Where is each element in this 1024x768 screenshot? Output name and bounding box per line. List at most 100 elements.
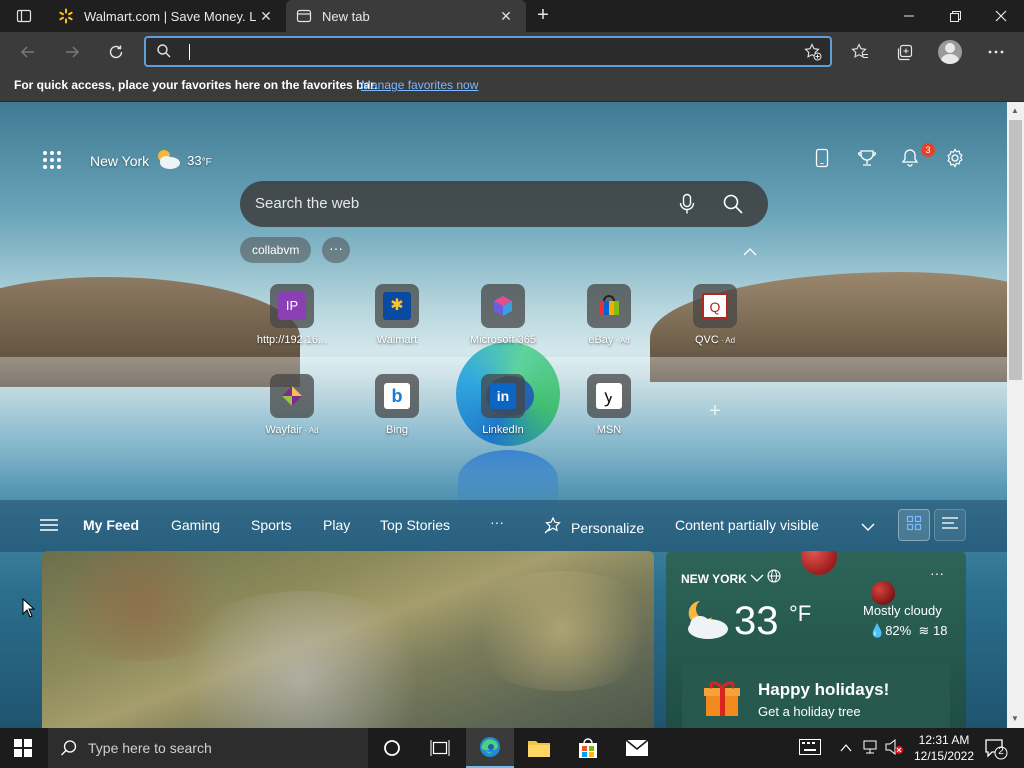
feed-more-button[interactable]: ··· xyxy=(490,514,504,530)
news-hero-card[interactable] xyxy=(42,551,654,728)
page-scrollbar[interactable]: ▲ ▼ xyxy=(1007,102,1024,728)
bing-icon: b xyxy=(375,374,419,418)
text-caret xyxy=(189,44,190,60)
notifications-bell-icon[interactable] xyxy=(898,146,922,170)
personalize-label: Personalize xyxy=(571,519,645,536)
grid-icon xyxy=(906,515,922,536)
cortana-icon[interactable] xyxy=(368,728,416,768)
weather-condition: Mostly cloudy xyxy=(863,603,942,618)
tab-walmart[interactable]: Walmart.com | Save Money. Live ✕ xyxy=(48,0,286,32)
walmart-icon: ✱ xyxy=(375,284,419,328)
tab-actions-menu-icon[interactable] xyxy=(8,6,40,26)
weather-location-label: NEW YORK xyxy=(681,572,747,586)
list-layout-button[interactable] xyxy=(934,509,966,541)
quick-link-qvc[interactable]: Q QVC · Ad xyxy=(670,284,760,356)
phone-icon[interactable] xyxy=(810,146,834,170)
volume-muted-icon[interactable] xyxy=(884,738,904,758)
refresh-icon[interactable] xyxy=(102,38,130,66)
tab-new-tab[interactable]: New tab ✕ xyxy=(286,0,526,32)
chevron-down-icon[interactable] xyxy=(861,518,875,536)
add-favorite-icon[interactable] xyxy=(804,43,822,66)
weather-card[interactable]: NEW YORK ··· 33 °F Mostly cloudy 💧82% ≋ … xyxy=(666,551,966,728)
windows-start-icon[interactable] xyxy=(14,739,32,762)
mail-icon[interactable] xyxy=(613,728,661,768)
chevron-up-icon[interactable] xyxy=(840,741,852,755)
content-visibility-dropdown[interactable]: Content partially visible xyxy=(675,517,819,533)
favorites-bar: For quick access, place your favorites h… xyxy=(0,72,1024,102)
rewards-trophy-icon[interactable] xyxy=(855,146,879,170)
add-quick-link-button[interactable]: + xyxy=(706,401,724,421)
favorites-bar-hint: For quick access, place your favorites h… xyxy=(14,78,378,92)
msn-icon: ꭚ xyxy=(587,374,631,418)
holiday-promo[interactable]: Happy holidays! Get a holiday tree xyxy=(682,662,950,728)
weather-summary[interactable]: New York 33°F xyxy=(90,148,212,173)
system-clock[interactable]: 12:31 AM 12/15/2022 xyxy=(906,732,982,764)
edge-taskbar-icon[interactable] xyxy=(466,728,514,768)
network-icon[interactable] xyxy=(862,739,880,758)
hamburger-menu-icon[interactable] xyxy=(40,518,58,537)
app-launcher-icon[interactable] xyxy=(42,150,62,170)
profile-avatar[interactable] xyxy=(938,40,962,64)
tab-close-icon[interactable]: ✕ xyxy=(256,6,276,26)
feed-tab-my-feed[interactable]: My Feed xyxy=(83,517,139,533)
weather-card-more-button[interactable]: ··· xyxy=(930,565,944,581)
personalize-icon xyxy=(543,516,563,539)
microsoft-store-icon[interactable] xyxy=(564,728,612,768)
chips-more-button[interactable]: ··· xyxy=(322,237,350,263)
collections-icon[interactable] xyxy=(891,38,919,66)
feed-tab-gaming[interactable]: Gaming xyxy=(171,517,220,533)
scroll-up-arrow-icon[interactable]: ▲ xyxy=(1011,106,1019,115)
settings-more-icon[interactable] xyxy=(982,38,1010,66)
back-arrow-icon[interactable] xyxy=(14,38,42,66)
quick-link-label: Walmart xyxy=(376,334,418,346)
web-search-box[interactable]: Search the web xyxy=(240,181,768,227)
quick-link-ip[interactable]: IP http://192.16... xyxy=(247,284,337,356)
quick-link-msn[interactable]: ꭚ MSN xyxy=(564,374,654,446)
scroll-down-arrow-icon[interactable]: ▼ xyxy=(1011,714,1019,723)
quick-link-label: MSN xyxy=(596,424,622,436)
favorites-icon[interactable] xyxy=(846,38,874,66)
feed-navigation: My Feed Gaming Sports Play Top Stories ·… xyxy=(0,500,1007,552)
feed-tab-play[interactable]: Play xyxy=(323,517,350,533)
quick-link-microsoft-365[interactable]: Microsoft 365 xyxy=(458,284,548,356)
quick-link-label: http://192.16... xyxy=(256,334,328,346)
ornament-decoration xyxy=(871,581,895,605)
windows-taskbar: Type here to search 12:31 AM 12/15/2022 … xyxy=(0,728,1024,768)
microphone-icon[interactable] xyxy=(678,193,696,220)
forward-arrow-icon[interactable] xyxy=(58,38,86,66)
wind-icon: ≋ xyxy=(918,623,930,638)
quick-link-walmart[interactable]: ✱ Walmart xyxy=(352,284,442,356)
weather-unit: °F xyxy=(201,157,212,168)
search-icon[interactable] xyxy=(722,193,744,220)
file-explorer-icon[interactable] xyxy=(515,728,563,768)
touch-keyboard-icon[interactable] xyxy=(799,739,821,758)
weather-location[interactable]: NEW YORK xyxy=(681,569,782,586)
tab-close-icon[interactable]: ✕ xyxy=(496,6,516,26)
manage-favorites-link[interactable]: Manage favorites now xyxy=(361,78,478,92)
quick-link-bing[interactable]: b Bing xyxy=(352,374,442,446)
new-tab-page: New York 33°F 3 Search the web collabvm … xyxy=(0,102,1007,728)
list-icon xyxy=(942,516,958,535)
feed-tab-top-stories[interactable]: Top Stories xyxy=(380,517,450,533)
feed-tab-sports[interactable]: Sports xyxy=(251,517,291,533)
quick-link-wayfair[interactable]: Wayfair · Ad xyxy=(247,374,337,446)
task-view-icon[interactable] xyxy=(416,728,464,768)
action-center-icon[interactable]: 2 xyxy=(984,738,1008,760)
clock-date: 12/15/2022 xyxy=(913,749,975,763)
recent-search-chip[interactable]: collabvm xyxy=(240,237,312,263)
minimize-button[interactable] xyxy=(886,0,932,32)
new-tab-button[interactable]: + xyxy=(532,5,554,26)
notification-count: 2 xyxy=(998,746,1004,757)
chevron-up-icon[interactable] xyxy=(743,243,757,261)
taskbar-search-box[interactable]: Type here to search xyxy=(48,728,368,768)
grid-layout-button[interactable] xyxy=(898,509,930,541)
restore-button[interactable] xyxy=(932,0,978,32)
address-bar[interactable] xyxy=(144,36,832,67)
tab-title: New tab xyxy=(322,8,370,24)
scrollbar-thumb[interactable] xyxy=(1009,120,1022,380)
quick-link-ebay[interactable]: eBay · Ad xyxy=(564,284,654,356)
page-settings-gear-icon[interactable] xyxy=(943,146,967,170)
personalize-button[interactable]: Personalize xyxy=(543,516,644,539)
quick-link-linkedin[interactable]: in LinkedIn xyxy=(458,374,548,446)
close-window-button[interactable] xyxy=(978,0,1024,32)
